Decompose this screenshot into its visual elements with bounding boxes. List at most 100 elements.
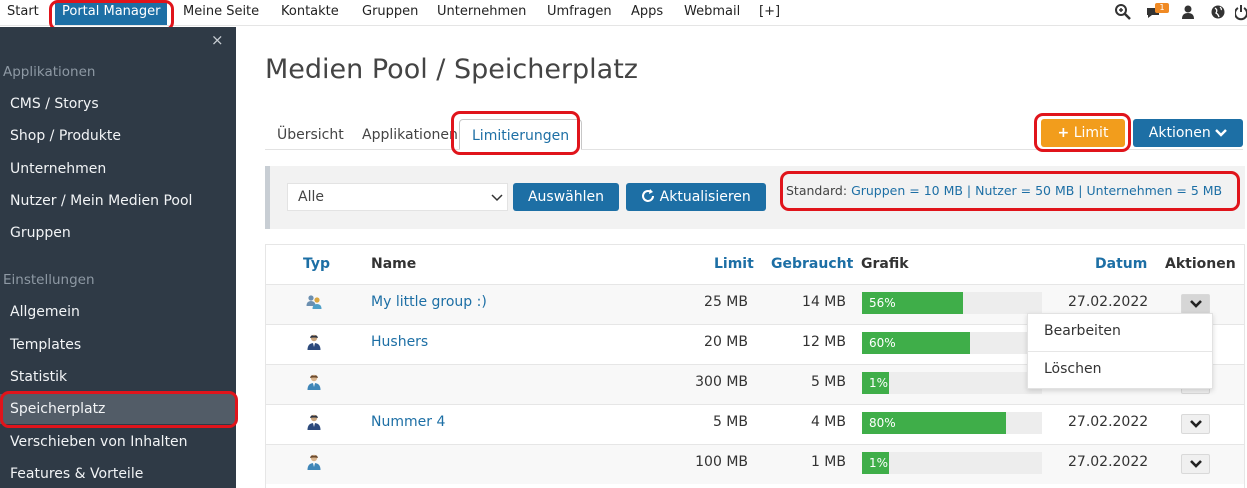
row-used: 14 MB: [802, 294, 846, 310]
sidebar-item-statistik[interactable]: Statistik: [0, 362, 236, 392]
row-name-link[interactable]: Hushers: [371, 334, 428, 350]
usage-progress-bar: 1%: [862, 372, 1042, 394]
notification-badge: 1: [1155, 3, 1169, 13]
sidebar-item-cms-storys[interactable]: CMS / Storys: [0, 89, 236, 119]
row-actions-button[interactable]: [1181, 454, 1210, 474]
column-header-gebraucht[interactable]: Gebraucht: [771, 256, 853, 272]
usage-progress-fill: 56%: [862, 292, 963, 314]
row-limit: 300 MB: [695, 374, 748, 390]
menu-item-loeschen[interactable]: Löschen: [1044, 361, 1101, 377]
add-limit-button[interactable]: + Limit: [1041, 119, 1125, 147]
nav-start[interactable]: Start: [7, 4, 39, 19]
type-filter-select[interactable]: Alle: [287, 183, 508, 211]
tab-applikationen[interactable]: Applikationen: [362, 127, 458, 143]
row-limit: 25 MB: [704, 294, 748, 310]
sidebar-item-shop-produkte[interactable]: Shop / Produkte: [0, 121, 236, 151]
type-filter-value: Alle: [298, 189, 324, 205]
column-header-datum[interactable]: Datum: [1095, 256, 1147, 272]
chevron-down-icon: [1190, 300, 1202, 308]
usage-progress-bar: 80%: [862, 412, 1042, 434]
plus-icon: +: [1057, 125, 1070, 141]
row-limit: 5 MB: [712, 414, 748, 430]
nav-meine-seite[interactable]: Meine Seite: [183, 4, 259, 19]
tabs-divider: [265, 149, 1243, 150]
chevron-down-icon: [1190, 420, 1202, 428]
menu-item-bearbeiten[interactable]: Bearbeiten: [1044, 323, 1121, 339]
nav-apps[interactable]: Apps: [631, 4, 663, 19]
standard-values[interactable]: Gruppen = 10 MB | Nutzer = 50 MB | Unter…: [851, 183, 1222, 198]
sidebar-item-features-vorteile[interactable]: Features & Vorteile: [0, 459, 236, 488]
row-date: 27.02.2022: [1068, 294, 1149, 310]
nav-portal-manager[interactable]: Portal Manager: [55, 1, 168, 25]
sidebar-item-allgemein[interactable]: Allgemein: [0, 297, 236, 327]
standard-limits-info: Standard: Gruppen = 10 MB | Nutzer = 50 …: [786, 183, 1222, 198]
column-header-grafik: Grafik: [861, 256, 909, 272]
sidebar-item-unternehmen[interactable]: Unternehmen: [0, 154, 236, 184]
sidebar-item-speicherplatz[interactable]: Speicherplatz: [0, 394, 236, 424]
nav-umfragen[interactable]: Umfragen: [547, 4, 612, 19]
nav-kontakte[interactable]: Kontakte: [281, 4, 339, 19]
top-navigation: Start Portal Manager Meine Seite Kontakt…: [0, 0, 1247, 26]
row-actions-menu: Bearbeiten Löschen: [1027, 313, 1213, 389]
search-zoom-icon[interactable]: [1114, 3, 1132, 21]
row-limit: 100 MB: [695, 454, 748, 470]
refresh-button[interactable]: Aktualisieren: [626, 183, 766, 211]
group-type-icon: [305, 293, 323, 311]
row-actions-button[interactable]: [1181, 294, 1210, 314]
row-used: 1 MB: [810, 454, 846, 470]
user-icon[interactable]: [1179, 3, 1197, 21]
actions-button[interactable]: Aktionen: [1133, 119, 1243, 147]
nav-add-more[interactable]: [+]: [759, 4, 780, 19]
refresh-label: Aktualisieren: [659, 189, 751, 205]
standard-label: Standard:: [786, 183, 848, 198]
sidebar-item-gruppen[interactable]: Gruppen: [0, 218, 236, 248]
page-title: Medien Pool / Speicherplatz: [265, 54, 638, 85]
row-date: 27.02.2022: [1068, 414, 1149, 430]
tab-limitierungen[interactable]: Limitierungen: [459, 119, 583, 150]
sidebar-section-applikationen: Applikationen: [3, 64, 96, 80]
row-used: 12 MB: [802, 334, 846, 350]
sidebar-section-einstellungen: Einstellungen: [3, 272, 95, 288]
column-header-name: Name: [371, 256, 417, 272]
usage-progress-fill: 1%: [862, 452, 889, 474]
power-icon[interactable]: [1234, 3, 1247, 21]
usage-progress-fill: 80%: [862, 412, 1006, 434]
column-header-typ[interactable]: Typ: [303, 256, 330, 272]
user-type-icon: [305, 373, 323, 391]
usage-progress-fill: 60%: [862, 332, 970, 354]
chevron-down-icon: [491, 184, 503, 221]
row-actions-button[interactable]: [1181, 414, 1210, 434]
row-name-link[interactable]: Nummer 4: [371, 414, 445, 430]
column-header-limit[interactable]: Limit: [714, 256, 754, 272]
sidebar-item-templates[interactable]: Templates: [0, 330, 236, 360]
sidebar-item-verschieben[interactable]: Verschieben von Inhalten: [0, 427, 236, 457]
chevron-down-icon: [1215, 129, 1228, 137]
row-used: 4 MB: [810, 414, 846, 430]
close-icon[interactable]: ×: [211, 31, 224, 49]
user-type-icon: [305, 413, 323, 431]
nav-gruppen[interactable]: Gruppen: [362, 4, 418, 19]
sidebar: × Applikationen CMS / Storys Shop / Prod…: [0, 27, 236, 488]
column-header-aktionen: Aktionen: [1165, 256, 1236, 272]
select-button[interactable]: Auswählen: [513, 183, 619, 211]
globe-icon[interactable]: [1209, 3, 1227, 21]
tab-uebersicht[interactable]: Übersicht: [277, 127, 344, 143]
user-type-icon: [305, 333, 323, 351]
usage-progress-bar: 56%: [862, 292, 1042, 314]
menu-divider: [1028, 351, 1212, 352]
row-used: 5 MB: [810, 374, 846, 390]
user-type-icon: [305, 453, 323, 471]
usage-progress-bar: 60%: [862, 332, 1042, 354]
row-limit: 20 MB: [704, 334, 748, 350]
refresh-icon: [642, 189, 655, 202]
add-limit-label: Limit: [1073, 125, 1109, 141]
row-date: 27.02.2022: [1068, 454, 1149, 470]
nav-webmail[interactable]: Webmail: [684, 4, 740, 19]
chevron-down-icon: [1190, 460, 1202, 468]
nav-unternehmen[interactable]: Unternehmen: [437, 4, 526, 19]
row-name-link[interactable]: My little group :): [371, 294, 487, 310]
actions-label: Aktionen: [1148, 125, 1211, 141]
sidebar-item-nutzer-medien-pool[interactable]: Nutzer / Mein Medien Pool: [0, 186, 236, 216]
usage-progress-fill: 1%: [862, 372, 889, 394]
usage-progress-bar: 1%: [862, 452, 1042, 474]
